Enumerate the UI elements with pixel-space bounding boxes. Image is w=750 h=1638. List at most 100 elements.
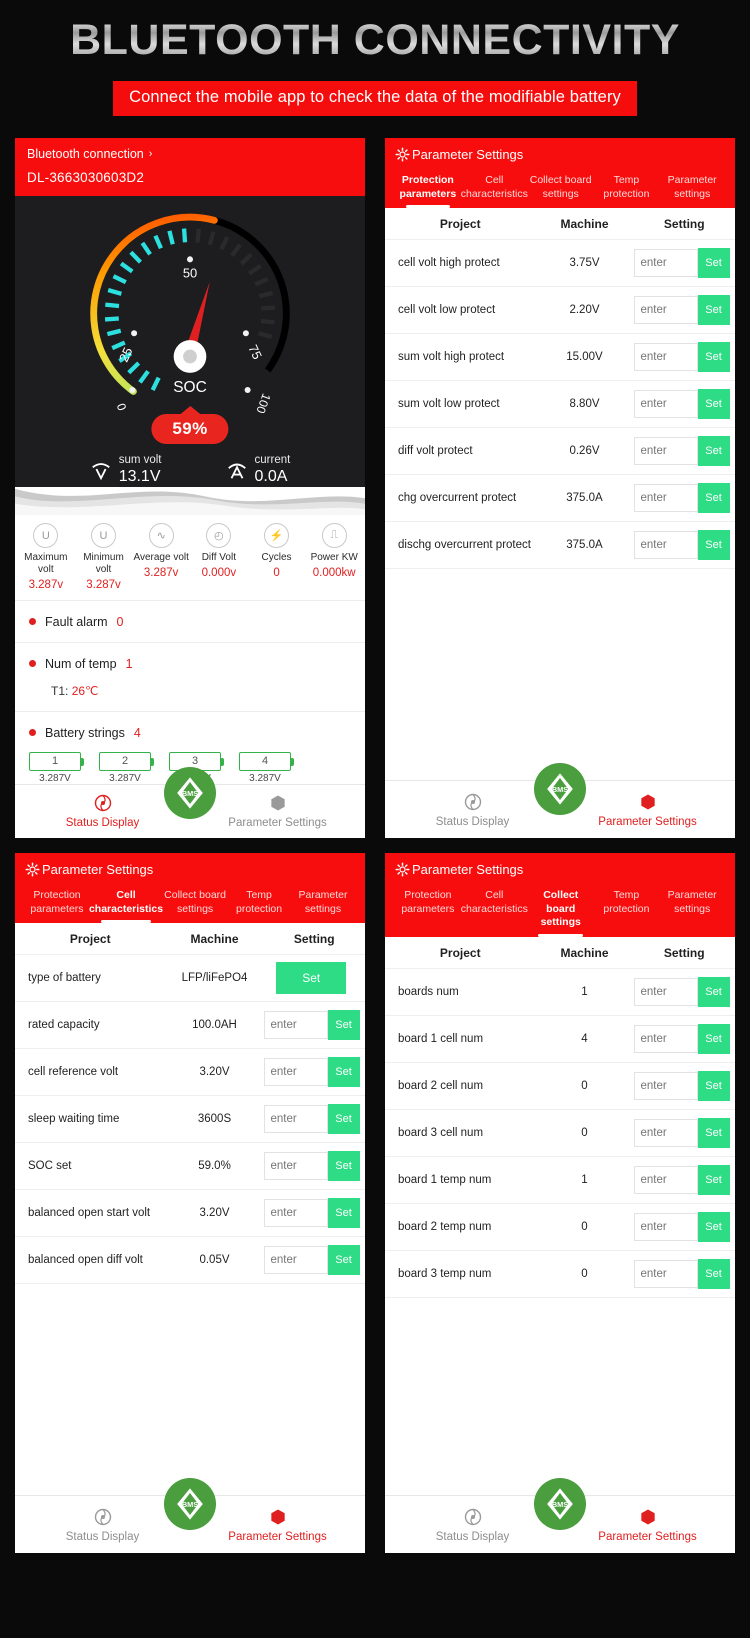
set-button[interactable]: Set	[327, 1104, 360, 1135]
row-setting: Set	[263, 1245, 366, 1276]
set-button[interactable]: Set	[327, 1198, 360, 1229]
tab-temp-protection[interactable]: Temp protection	[594, 889, 660, 937]
setting-input[interactable]	[263, 1105, 328, 1134]
tab-collect-board-settings[interactable]: Collect board settings	[528, 174, 594, 208]
nav-parameter-settings-label: Parameter Settings	[598, 815, 697, 828]
setting-input[interactable]	[263, 1011, 328, 1040]
bms-home-button[interactable]: BMS	[164, 766, 216, 819]
set-button[interactable]: Set	[327, 1057, 360, 1088]
tab-protection-parameters[interactable]: Protection parameters	[395, 889, 461, 937]
bluetooth-header[interactable]: Bluetooth connection › DL-3663030603D2	[15, 138, 365, 196]
set-button[interactable]: Set	[697, 483, 730, 514]
setting-input[interactable]	[633, 1259, 698, 1288]
setting-input[interactable]	[633, 249, 698, 278]
nav-parameter-settings[interactable]: Parameter Settings	[190, 1496, 365, 1553]
row-project: sum volt low protect	[398, 398, 500, 411]
bms-home-button[interactable]: BMS	[164, 1478, 216, 1530]
set-button[interactable]: Set	[697, 1164, 730, 1195]
tab-parameter-settings[interactable]: Parameter settings	[659, 889, 725, 937]
bms-home-button[interactable]: BMS	[534, 1478, 586, 1530]
set-button[interactable]: Set	[697, 389, 730, 420]
nav-parameter-settings[interactable]: Parameter Settings	[190, 785, 365, 838]
tab-protection-parameters[interactable]: Protection parameters	[395, 174, 461, 209]
settings-title: Parameter Settings	[412, 147, 524, 162]
num-of-temp-row: Num of temp 1	[29, 657, 351, 671]
setting-input[interactable]	[633, 1071, 698, 1100]
set-button[interactable]: Set	[697, 295, 730, 326]
set-button[interactable]: Set	[697, 1211, 730, 1242]
sum-volt-cell: sum volt 13.1V	[90, 454, 162, 486]
tab-temp-protection[interactable]: Temp protection	[227, 889, 291, 923]
set-button[interactable]: Set	[327, 1245, 360, 1276]
tab-collect-board-settings[interactable]: Collect board settings	[163, 889, 227, 923]
table-row: rated capacity 100.0AH Set	[15, 1002, 365, 1050]
setting-input[interactable]	[633, 484, 698, 513]
cell-voltage: 3.287V	[249, 772, 281, 784]
row-machine: 0	[581, 1079, 588, 1092]
set-button[interactable]: Set	[697, 1023, 730, 1054]
setting-input[interactable]	[633, 296, 698, 325]
setting-input[interactable]	[633, 977, 698, 1006]
setting-input[interactable]	[633, 390, 698, 419]
row-setting: Set	[633, 976, 736, 1007]
table-row: board 3 temp num 0 Set	[385, 1250, 735, 1298]
setting-input[interactable]	[633, 531, 698, 560]
voltmeter-icon	[91, 463, 110, 481]
table-row: dischg overcurrent protect 375.0A Set	[385, 522, 735, 570]
tab-parameter-settings[interactable]: Parameter settings	[291, 889, 355, 923]
stat-power-kw: ⎍ Power KW 0.000kw	[305, 523, 363, 591]
row-setting: Set	[633, 436, 736, 467]
bms-home-button[interactable]: BMS	[534, 763, 586, 815]
bluetooth-connection-row[interactable]: Bluetooth connection ›	[27, 147, 353, 161]
row-project: cell reference volt	[28, 1066, 119, 1079]
setting-input[interactable]	[633, 1024, 698, 1053]
nav-parameter-settings[interactable]: Parameter Settings	[560, 1496, 735, 1553]
cell-characteristics-panel: Parameter Settings Protection parameters…	[15, 853, 365, 1553]
set-button[interactable]: Set	[697, 436, 730, 467]
wave-circle-icon: ∿	[148, 523, 174, 549]
table-row: cell reference volt 3.20V Set	[15, 1049, 365, 1097]
setting-input[interactable]	[633, 1212, 698, 1241]
bolt-circle-icon: ⚡	[264, 523, 290, 549]
tab-cell-characteristics[interactable]: Cell characteristics	[461, 174, 528, 208]
nav-status-display-label: Status Display	[435, 1530, 510, 1543]
setting-input[interactable]	[263, 1246, 328, 1275]
setting-input[interactable]	[633, 1165, 698, 1194]
set-button[interactable]: Set	[697, 1258, 730, 1289]
tab-cell-characteristics[interactable]: Cell characteristics	[461, 889, 528, 937]
setting-input[interactable]	[263, 1152, 328, 1181]
row-setting: Set	[633, 1164, 736, 1195]
table-empty-space	[385, 569, 735, 780]
set-button[interactable]: Set	[276, 962, 347, 995]
cell-voltage: 3.287V	[109, 772, 141, 784]
row-setting: Set	[633, 483, 736, 514]
setting-input[interactable]	[263, 1058, 328, 1087]
nav-parameter-settings[interactable]: Parameter Settings	[560, 781, 735, 838]
temp-section: Num of temp 1 T1: 26℃	[15, 643, 365, 712]
row-project: rated capacity	[28, 1019, 100, 1032]
stat-minimum-volt: U Minimum volt 3.287v	[75, 523, 133, 591]
set-button[interactable]: Set	[697, 530, 730, 561]
tab-protection-parameters[interactable]: Protection parameters	[25, 889, 89, 923]
table-row: board 1 temp num 1 Set	[385, 1156, 736, 1204]
set-button[interactable]: Set	[697, 342, 730, 373]
gauge-tick-0: 0	[114, 401, 130, 412]
setting-input[interactable]	[263, 1199, 328, 1228]
tab-cell-characteristics[interactable]: Cell characteristics	[89, 889, 163, 924]
stat-value: 0	[273, 567, 280, 579]
set-button[interactable]: Set	[327, 1151, 360, 1182]
tab-parameter-settings[interactable]: Parameter settings	[659, 174, 725, 208]
set-button[interactable]: Set	[697, 1070, 730, 1101]
set-button[interactable]: Set	[697, 248, 730, 279]
setting-input[interactable]	[633, 437, 698, 466]
set-button[interactable]: Set	[327, 1010, 360, 1041]
tab-collect-board-settings[interactable]: Collect board settings	[528, 889, 594, 937]
tab-temp-protection[interactable]: Temp protection	[594, 174, 660, 208]
status-display-icon	[94, 1508, 111, 1525]
setting-input[interactable]	[633, 1118, 698, 1147]
set-button[interactable]: Set	[697, 976, 730, 1007]
nav-status-display-label: Status Display	[65, 817, 140, 830]
set-button[interactable]: Set	[697, 1117, 730, 1148]
volt-current-row: sum volt 13.1V current 0.0A	[15, 454, 365, 486]
setting-input[interactable]	[633, 343, 698, 372]
